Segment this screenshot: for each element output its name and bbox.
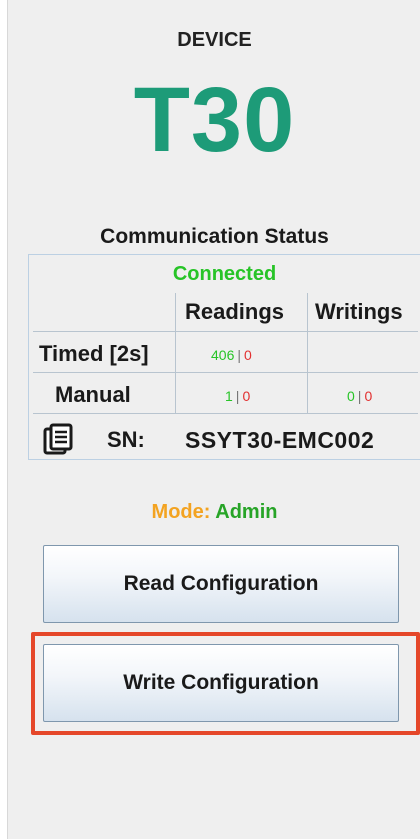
mode-label: Mode:: [151, 501, 211, 523]
device-panel: DEVICE T30 Communication Status Connecte…: [7, 0, 420, 839]
writings-error-count: 0: [364, 388, 373, 404]
grid-divider: [33, 372, 418, 373]
connection-state: Connected: [172, 263, 277, 285]
count-separator: |: [235, 388, 240, 404]
row-label-timed: Timed [2s]: [39, 341, 149, 366]
write-configuration-button[interactable]: Write Configuration: [43, 644, 399, 722]
grid-divider: [175, 293, 176, 413]
count-separator: |: [357, 388, 362, 404]
readings-error-count: 0: [242, 388, 251, 404]
writings-ok-count: 0: [347, 388, 355, 404]
document-stack-icon: [43, 423, 73, 455]
row-label-manual: Manual: [55, 382, 131, 407]
column-header-readings: Readings: [185, 299, 285, 324]
count-separator: |: [237, 347, 241, 363]
device-label: DEVICE: [177, 29, 252, 51]
grid-divider: [33, 413, 418, 414]
communication-status-title: Communication Status: [100, 225, 329, 248]
grid-divider: [307, 293, 308, 413]
mode-indicator: Mode: Admin: [8, 501, 420, 524]
readings-error-count: 0: [244, 347, 252, 363]
grid-divider: [33, 331, 418, 332]
readings-ok-count: 406: [211, 347, 235, 363]
manual-readings-count: 1 | 0: [225, 388, 250, 404]
column-header-writings: Writings: [315, 299, 403, 324]
communication-status-box: Connected Readings Writings Timed [2s] 4…: [28, 254, 420, 460]
read-configuration-button[interactable]: Read Configuration: [43, 545, 399, 623]
timed-readings-count: 406 | 0: [211, 347, 252, 363]
mode-value: Admin: [215, 501, 278, 523]
manual-writings-count: 0 | 0: [347, 388, 372, 404]
serial-number-value: SSYT30-EMC002: [185, 427, 375, 453]
device-model: T30: [133, 69, 296, 171]
readings-ok-count: 1: [225, 388, 233, 404]
serial-number-label: SN:: [107, 427, 145, 452]
